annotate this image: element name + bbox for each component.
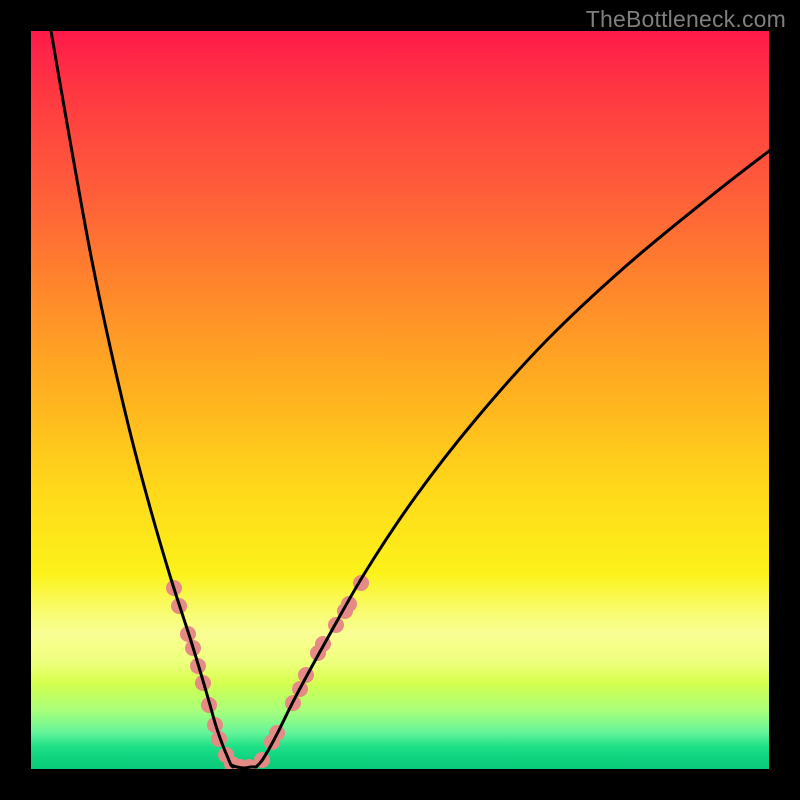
series-left-curve bbox=[51, 31, 233, 767]
chart-svg bbox=[31, 31, 769, 769]
watermark-text: TheBottleneck.com bbox=[586, 6, 786, 33]
data-dots bbox=[166, 575, 369, 769]
chart-frame bbox=[31, 31, 769, 769]
series-right-curve bbox=[256, 151, 769, 767]
curves-layer bbox=[51, 31, 769, 768]
